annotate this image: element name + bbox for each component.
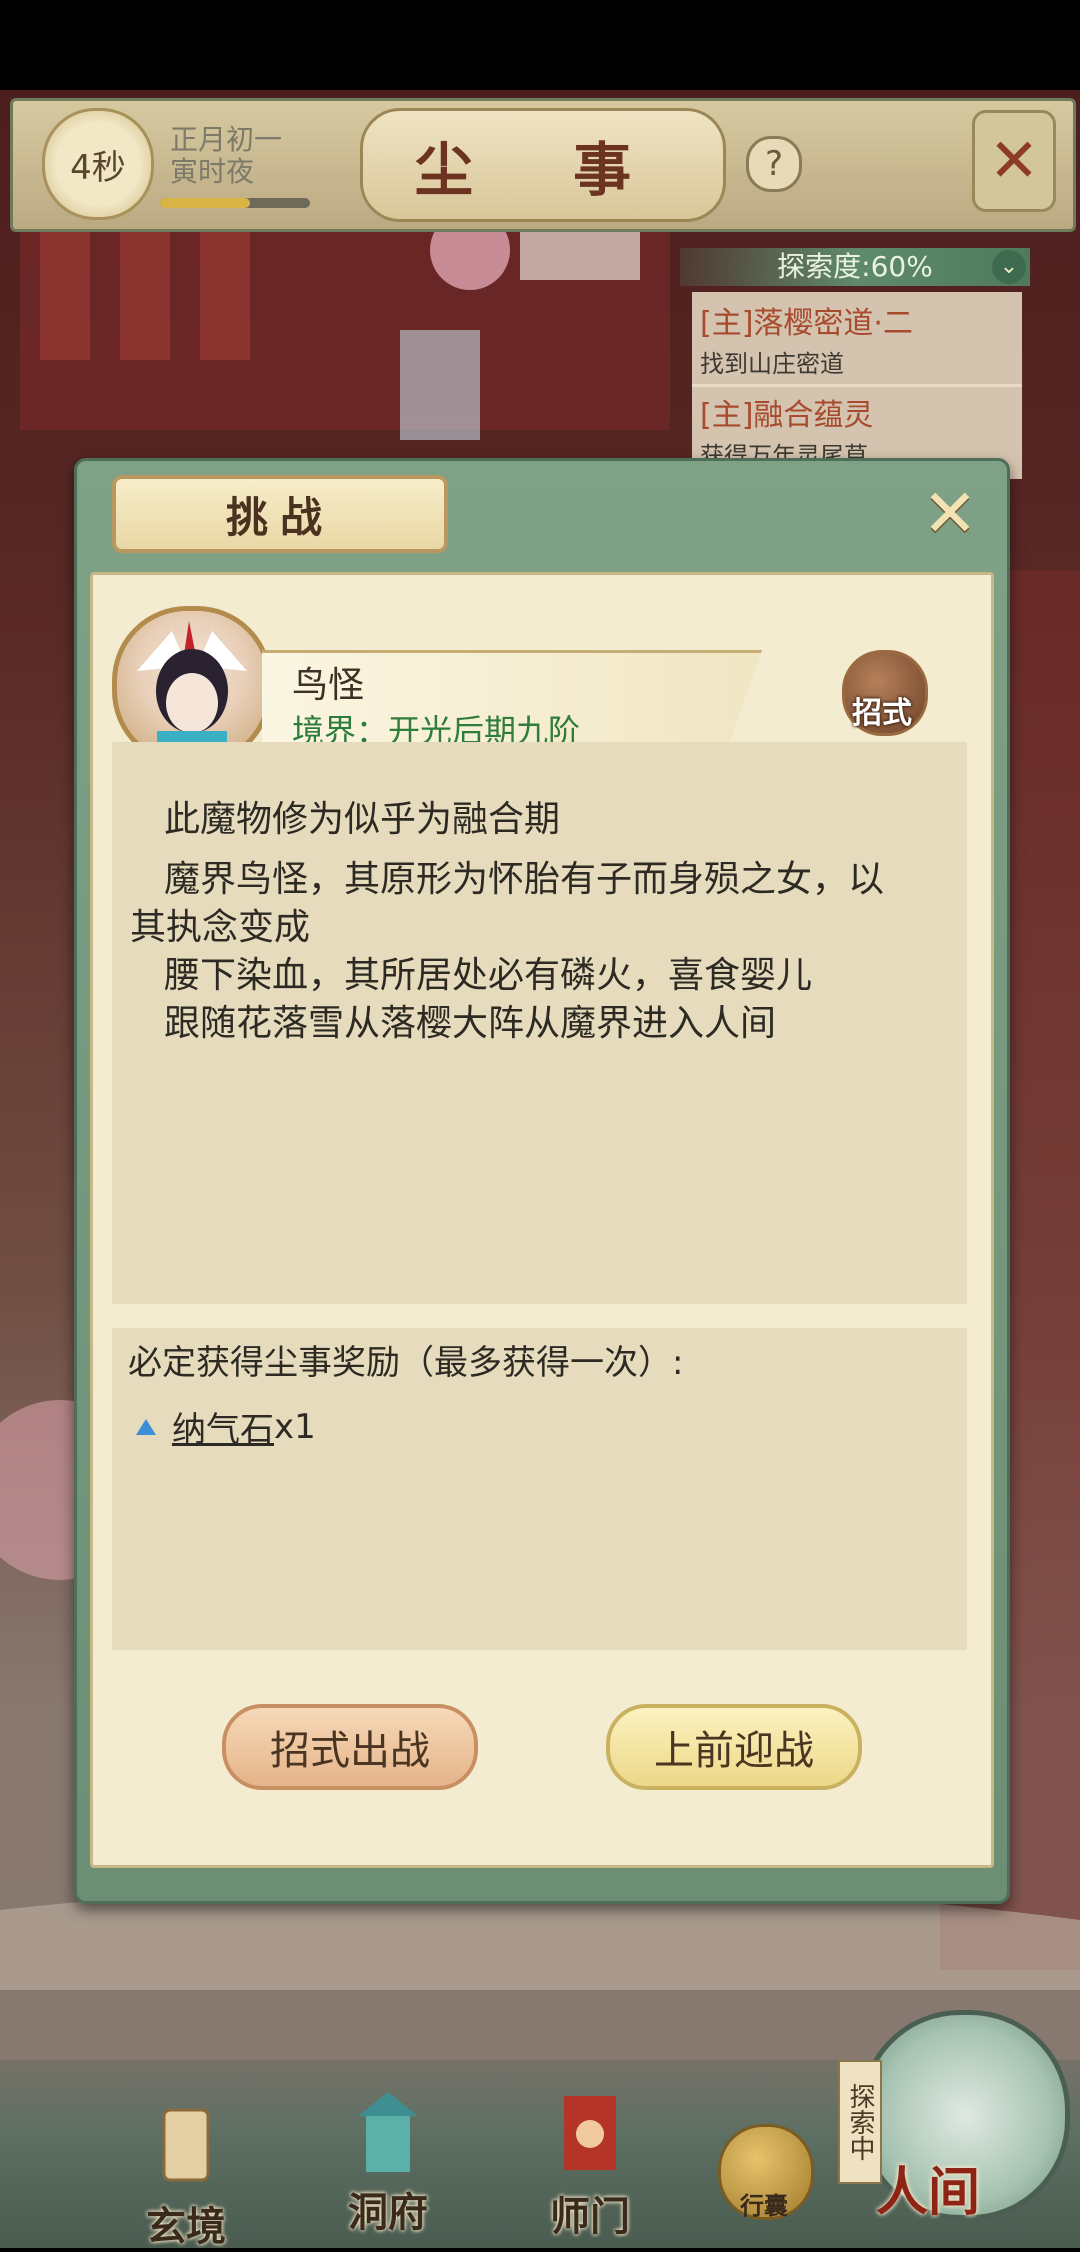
- description-line: 此魔物修为似乎为融合期: [164, 799, 561, 840]
- nav-label: 玄境: [146, 2203, 226, 2250]
- reward-item[interactable]: 纳气石 x1: [136, 1402, 316, 1451]
- collapse-chevron-icon[interactable]: ⌄: [992, 250, 1026, 284]
- quest-tracker: 探索度:60% ⌄ [主]落樱密道·二 找到山庄密道 [主]融合蕴灵 获得万年灵…: [680, 248, 1030, 479]
- nav-item-dongfu[interactable]: 洞府: [318, 2086, 458, 2238]
- quest-desc: 找到山庄密道: [700, 350, 844, 378]
- time-progress-fill: [160, 198, 250, 208]
- bag-label: 行囊: [740, 2192, 788, 2220]
- quest-title: [主]融合蕴灵: [700, 398, 874, 433]
- nav-label: 洞府: [348, 2189, 428, 2236]
- page-title: 尘 事: [360, 108, 726, 222]
- quest-item[interactable]: [主]落樱密道·二 找到山庄密道: [692, 292, 1022, 387]
- description-line: 魔界鸟怪，其原形为怀胎有子而身殒之女，以: [164, 859, 885, 900]
- reward-quantity: x1: [274, 1406, 316, 1447]
- description-line: 腰下染血，其所居处必有磷火，喜食婴儿: [164, 955, 813, 996]
- description-line: 其执念变成: [130, 907, 311, 948]
- pavilion-icon: [358, 2092, 418, 2172]
- gem-icon: [136, 1418, 156, 1435]
- bird-monster-portrait: [137, 621, 247, 761]
- close-dialog-button[interactable]: ✕: [915, 475, 985, 552]
- reward-name[interactable]: 纳气石: [172, 1402, 274, 1451]
- nav-label: 师门: [550, 2193, 630, 2240]
- close-page-button[interactable]: ✕: [972, 110, 1056, 212]
- challenge-button[interactable]: 上前迎战: [606, 1704, 862, 1790]
- timer-text: 4秒: [70, 147, 126, 188]
- monster-name: 鸟怪: [292, 665, 365, 706]
- nav-item-xuanjing[interactable]: 玄境: [116, 2100, 256, 2252]
- quest-title: [主]落樱密道·二: [700, 306, 913, 341]
- description-line: 跟随花落雪从落樱大阵从魔界进入人间: [164, 1003, 777, 1044]
- reward-header: 必定获得尘事奖励（最多获得一次）:: [128, 1343, 684, 1383]
- scroll-icon: [162, 2108, 210, 2182]
- close-icon: ✕: [988, 126, 1040, 196]
- time-progress-bar: [160, 198, 310, 208]
- close-icon: ✕: [922, 474, 978, 552]
- time-of-day: 寅时夜: [170, 155, 255, 188]
- nav-item-shimen[interactable]: 师门: [520, 2090, 660, 2242]
- dialog-title: 挑战: [112, 475, 448, 553]
- world-label: 人间: [875, 2162, 980, 2223]
- help-button[interactable]: ?: [746, 136, 802, 192]
- fight-with-moves-button[interactable]: 招式出战: [222, 1704, 478, 1790]
- moves-button-label[interactable]: 招式: [842, 688, 922, 732]
- banner-icon: [564, 2096, 616, 2170]
- exploration-progress: 探索度:60%: [680, 248, 1030, 286]
- countdown-timer: 4秒: [42, 108, 154, 220]
